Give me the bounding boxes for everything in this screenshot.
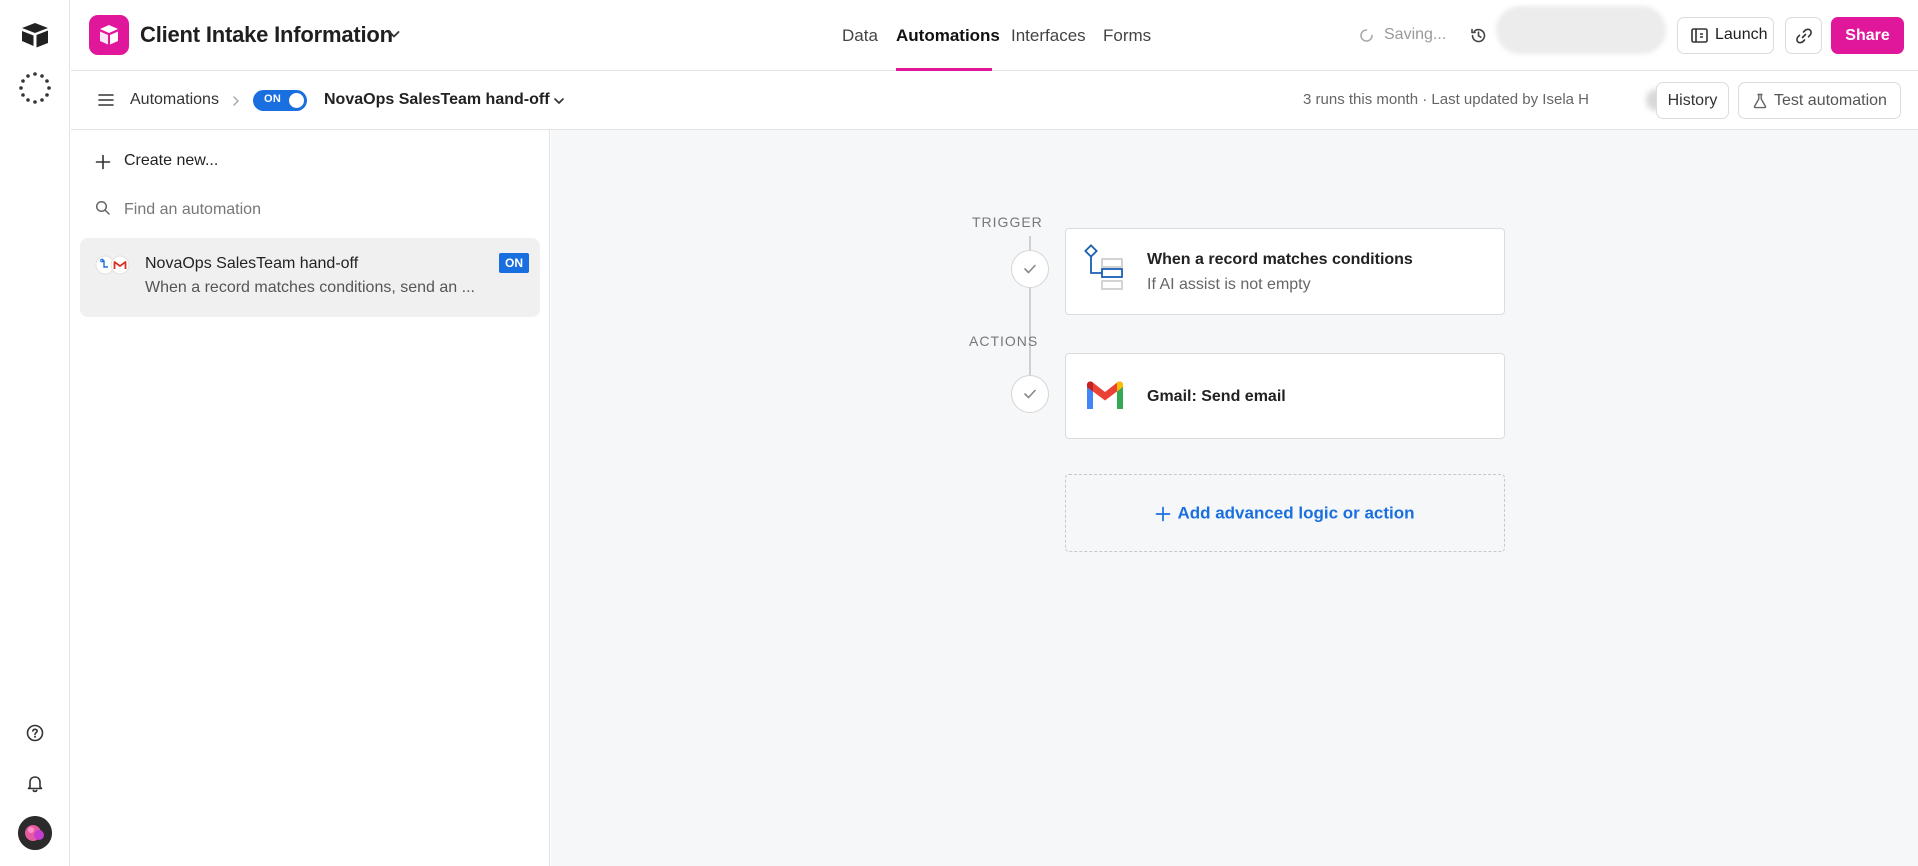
action-status-check — [1011, 375, 1049, 413]
flask-icon — [1752, 93, 1768, 109]
share-button[interactable]: Share — [1831, 17, 1904, 54]
spinner-icon — [1359, 28, 1374, 43]
status-badge: ON — [499, 253, 529, 273]
test-label: Test automation — [1774, 92, 1887, 109]
automation-icons — [95, 255, 131, 275]
automation-name[interactable]: NovaOps SalesTeam hand-off — [324, 91, 550, 109]
chevron-right-icon — [231, 95, 241, 107]
trigger-subtitle: If AI assist is not empty — [1147, 276, 1311, 293]
actions-section-label: ACTIONS — [969, 333, 1039, 349]
create-new-label: Create new... — [124, 152, 219, 169]
copy-link-button[interactable] — [1785, 17, 1822, 54]
top-bar: Client Intake Information Data Automatio… — [71, 0, 1918, 71]
tab-interfaces[interactable]: Interfaces — [1011, 26, 1086, 46]
trigger-status-check — [1011, 250, 1049, 288]
avatar[interactable] — [18, 816, 52, 850]
tab-forms[interactable]: Forms — [1103, 26, 1151, 46]
trigger-title: When a record matches conditions — [1147, 251, 1413, 268]
list-item-description: When a record matches conditions, send a… — [145, 279, 475, 296]
plus-icon — [95, 154, 111, 170]
breadcrumb[interactable]: Automations — [130, 91, 219, 109]
tab-data[interactable]: Data — [842, 26, 878, 46]
list-item[interactable]: NovaOps SalesTeam hand-off When a record… — [80, 238, 540, 317]
search-icon — [95, 200, 111, 216]
share-label: Share — [1845, 27, 1890, 44]
history-label: History — [1667, 92, 1718, 109]
history-icon[interactable] — [1469, 26, 1488, 45]
action-title: Gmail: Send email — [1147, 388, 1286, 405]
test-automation-button[interactable]: Test automation — [1738, 82, 1901, 119]
chevron-down-icon[interactable] — [552, 94, 566, 108]
search-field — [95, 199, 515, 221]
automations-panel: Create new... NovaOps SalesTeam hand-off… — [71, 130, 550, 866]
toggle-label: ON — [264, 93, 282, 105]
gmail-icon — [1084, 379, 1126, 411]
plus-icon — [1155, 506, 1171, 522]
search-input[interactable] — [124, 199, 504, 221]
saving-status: Saving... — [1384, 26, 1447, 43]
trigger-section-label: TRIGGER — [972, 214, 1043, 230]
left-rail — [0, 0, 70, 866]
workspace-icon[interactable] — [18, 71, 52, 105]
automation-on-toggle[interactable]: ON — [253, 90, 307, 111]
link-icon — [1795, 27, 1813, 45]
launch-button[interactable]: Launch — [1677, 17, 1774, 54]
automation-toolbar: Automations ON NovaOps SalesTeam hand-of… — [71, 71, 1918, 130]
airtable-logo-icon[interactable] — [20, 22, 50, 48]
chevron-down-icon[interactable] — [386, 26, 402, 42]
add-logic-action-content: Add advanced logic or action — [1066, 503, 1504, 524]
toggle-knob — [289, 93, 304, 108]
launch-icon — [1691, 28, 1709, 44]
add-logic-action-button[interactable]: Add advanced logic or action — [1065, 474, 1505, 552]
add-logic-action-label: Add advanced logic or action — [1177, 503, 1415, 523]
collaborator-avatars — [1496, 6, 1666, 54]
base-title[interactable]: Client Intake Information — [140, 22, 393, 48]
list-item-title: NovaOps SalesTeam hand-off — [145, 255, 359, 272]
base-icon[interactable] — [89, 15, 129, 55]
conditions-icon — [1084, 243, 1128, 295]
trigger-card[interactable]: When a record matches conditions If AI a… — [1065, 228, 1505, 315]
launch-label: Launch — [1715, 26, 1768, 43]
action-card[interactable]: Gmail: Send email — [1065, 353, 1505, 439]
bell-icon[interactable] — [24, 772, 46, 794]
run-meta: 3 runs this month · Last updated by Isel… — [1303, 91, 1589, 108]
tab-automations[interactable]: Automations — [896, 26, 1000, 46]
menu-icon[interactable] — [97, 92, 115, 108]
help-icon[interactable] — [24, 722, 46, 744]
automation-canvas: TRIGGER When a record matches conditions… — [551, 130, 1918, 866]
history-button[interactable]: History — [1656, 82, 1729, 119]
